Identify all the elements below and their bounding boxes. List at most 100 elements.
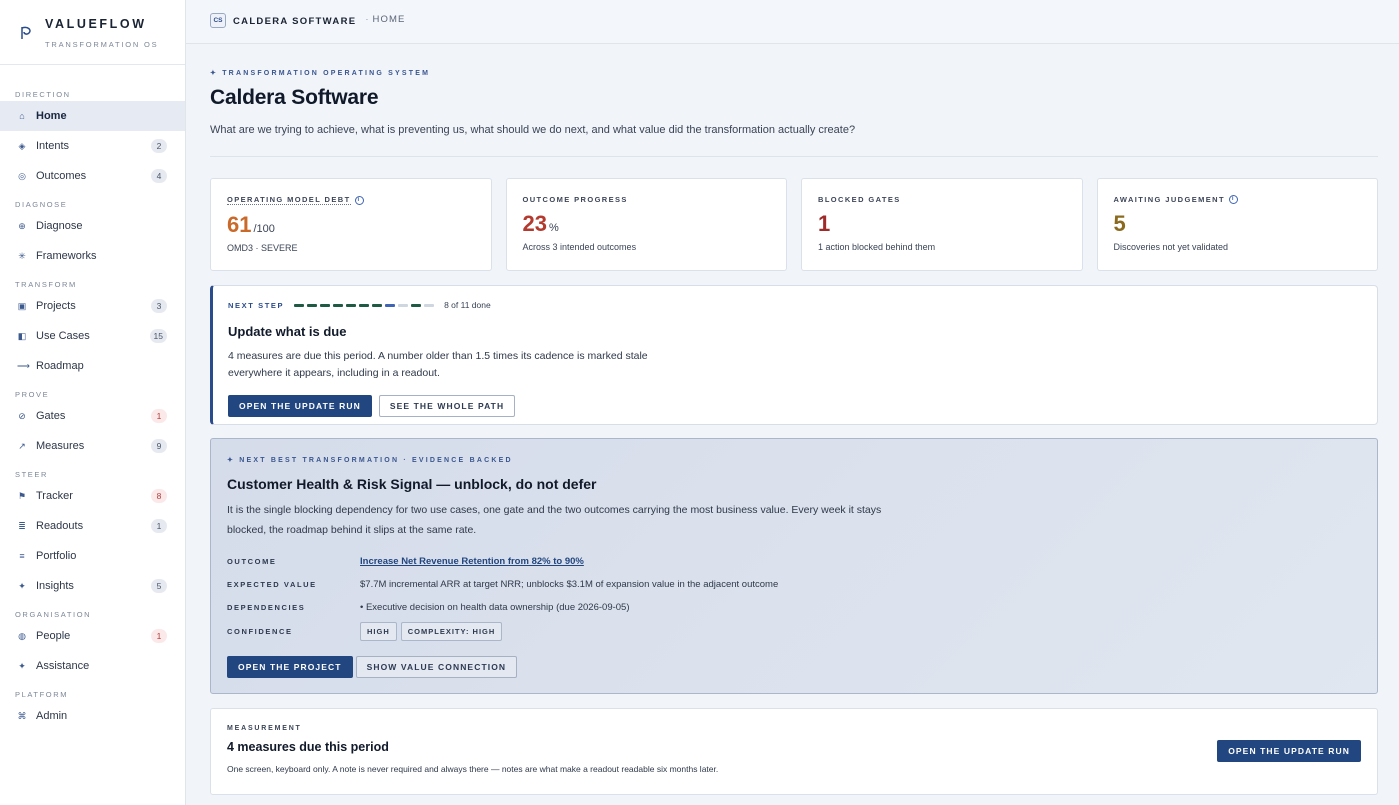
sidebar-item-label: Roadmap [36,360,84,372]
sidebar-item-people[interactable]: ◍ People 1 [0,621,185,651]
next-step-title: Update what is due [228,324,347,339]
see-whole-path-button[interactable]: SEE THE WHOLE PATH [378,395,516,417]
square-icon: ▣ [17,300,27,311]
nav-section-title: TRANSFORM [15,280,77,289]
open-project-button[interactable]: OPEN THE PROJECT [227,656,353,678]
nbt-dependencies-row: DEPENDENCIES • Executive decision on hea… [227,596,1377,619]
company-name[interactable]: CALDERA SOFTWARE [233,16,356,27]
kpi-label-text: AWAITING JUDGEMENT [1113,195,1225,204]
kpi-label-text: OPERATING MODEL DEBT [227,195,351,205]
sidebar-item-insights[interactable]: ✦ Insights 5 [0,571,185,601]
trend-icon: ↗ [18,440,26,451]
kpi-value: 23% [523,211,787,237]
sidebar-item-roadmap[interactable]: ⟶ Roadmap [0,351,185,381]
kpi-card: OPERATING MODEL DEBT i 61/100 OMD3 · SEVERE [210,178,492,271]
sparkle-icon: ✦ [18,580,26,591]
sidebar-item-portfolio[interactable]: ≡ Portfolio [0,541,185,571]
measurement-open-update-run-button[interactable]: OPEN THE UPDATE RUN [1217,740,1361,762]
kpi-number: 5 [1113,211,1126,236]
open-update-run-button[interactable]: OPEN THE UPDATE RUN [228,395,372,417]
kpi-row: OPERATING MODEL DEBT i 61/100 OMD3 · SEVERE… [210,178,1378,271]
sidebar-item-diagnose[interactable]: ⊕ Diagnose [0,211,185,241]
diamond-icon: ◈ [18,140,26,151]
next-step-description: 4 measures are due this period. A number… [228,350,648,379]
valueflow-logo-icon [21,26,31,39]
nav-section-title: PLATFORM [15,690,69,699]
nbt-description: It is the single blocking dependency for… [227,504,882,536]
sidebar-item-gates[interactable]: ⊘ Gates 1 [0,401,185,431]
company-chip[interactable]: CS [210,12,226,28]
info-icon[interactable]: i [1228,195,1238,204]
kpi-card: BLOCKED GATES 1 1 action blocked behind th… [801,178,1083,271]
complexity-chip: COMPLEXITY: HIGH [400,622,503,641]
kpi-label-text: OUTCOME PROGRESS [522,195,628,204]
outcome-key: OUTCOME [227,557,277,566]
kpi-label: OUTCOME PROGRESS [523,195,787,204]
kpi-card: OUTCOME PROGRESS 23% Across 3 intended out… [505,178,787,271]
progress-segment [333,303,344,307]
list-icon: ≣ [18,520,26,531]
nav-section-title: DIAGNOSE [15,200,68,209]
sidebar-item-outcomes[interactable]: ◎ Outcomes 4 [0,161,185,191]
progress-segment [398,303,409,307]
sidebar-item-use-cases[interactable]: ◧ Use Cases 15 [0,321,185,351]
sidebar-item-label: Readouts [36,520,84,532]
count-badge: 9 [151,439,167,453]
target-icon: ◎ [18,170,26,181]
sidebar-item-tracker[interactable]: ⚑ Tracker 8 [0,481,185,511]
kpi-value: 5 [1114,211,1378,237]
dependencies-key: DEPENDENCIES [227,603,306,612]
progress-segment [346,303,357,307]
show-value-connection-button[interactable]: SHOW VALUE CONNECTION [355,656,518,678]
sidebar-item-label: Frameworks [36,250,97,262]
sidebar-item-label: Home [36,110,67,122]
count-badge: 1 [151,629,167,643]
kpi-note: Discoveries not yet validated [1113,242,1229,252]
count-badge: 3 [151,299,167,313]
sidebar-item-label: Assistance [36,660,90,672]
sidebar-item-assistance[interactable]: ✦ Assistance [0,651,185,681]
kpi-unit: % [548,222,559,234]
count-badge: 1 [151,519,167,533]
measurement-description: One screen, keyboard only. A note is nev… [227,764,719,774]
path-progress [294,303,435,307]
info-icon[interactable]: i [354,195,364,205]
main-content: CS CALDERA SOFTWARE · HOME ✦ TRANSFORMAT… [186,0,1399,805]
count-badge: 2 [151,139,167,153]
sidebar-item-frameworks[interactable]: ✳ Frameworks [0,241,185,271]
page-title: Caldera Software [210,86,379,109]
progress-segment [307,303,318,307]
progress-segment [320,303,331,307]
nav-section-title: STEER [15,470,49,479]
sidebar-item-readouts[interactable]: ≣ Readouts 1 [0,511,185,541]
progress-segment [294,303,305,307]
count-badge: 15 [149,329,167,343]
sidebar-item-projects[interactable]: ▣ Projects 3 [0,291,185,321]
asterisk-icon: ✳ [18,250,26,261]
command-icon: ⌘ [17,710,27,721]
people-icon: ◍ [18,630,26,641]
count-badge: 1 [151,409,167,423]
kpi-number: 1 [818,211,831,236]
dependencies-value: • Executive decision on health data owne… [360,602,630,613]
half-square-icon: ◧ [17,330,27,341]
confidence-key: CONFIDENCE [227,627,293,636]
kpi-label-text: BLOCKED GATES [818,195,901,204]
home-icon: ⌂ [19,110,25,121]
brand-name: VALUEFLOW [45,17,147,31]
brand[interactable]: VALUEFLOW TRANSFORMATION OS [0,0,185,65]
breadcrumb-separator: · [365,14,369,25]
sidebar-item-admin[interactable]: ⌘ Admin [0,701,185,731]
progress-segment [385,303,396,307]
nav-section-title: ORGANISATION [15,610,92,619]
sidebar-nav: DIRECTION ⌂ Home ◈ Intents 2 ◎ Outcomes 4 DIAGNOS… [0,65,185,731]
sidebar-item-measures[interactable]: ↗ Measures 9 [0,431,185,461]
outcome-link[interactable]: Increase Net Revenue Retention from 82% … [360,556,584,567]
sidebar-item-label: Diagnose [36,220,83,232]
sidebar-item-intents[interactable]: ◈ Intents 2 [0,131,185,161]
progress-segment [359,303,370,307]
sidebar-item-label: Use Cases [36,330,90,342]
next-step-card: NEXT STEP 8 of 11 done Update what is du… [210,285,1378,425]
sidebar-item-home[interactable]: ⌂ Home [0,101,185,131]
count-badge: 8 [151,489,167,503]
